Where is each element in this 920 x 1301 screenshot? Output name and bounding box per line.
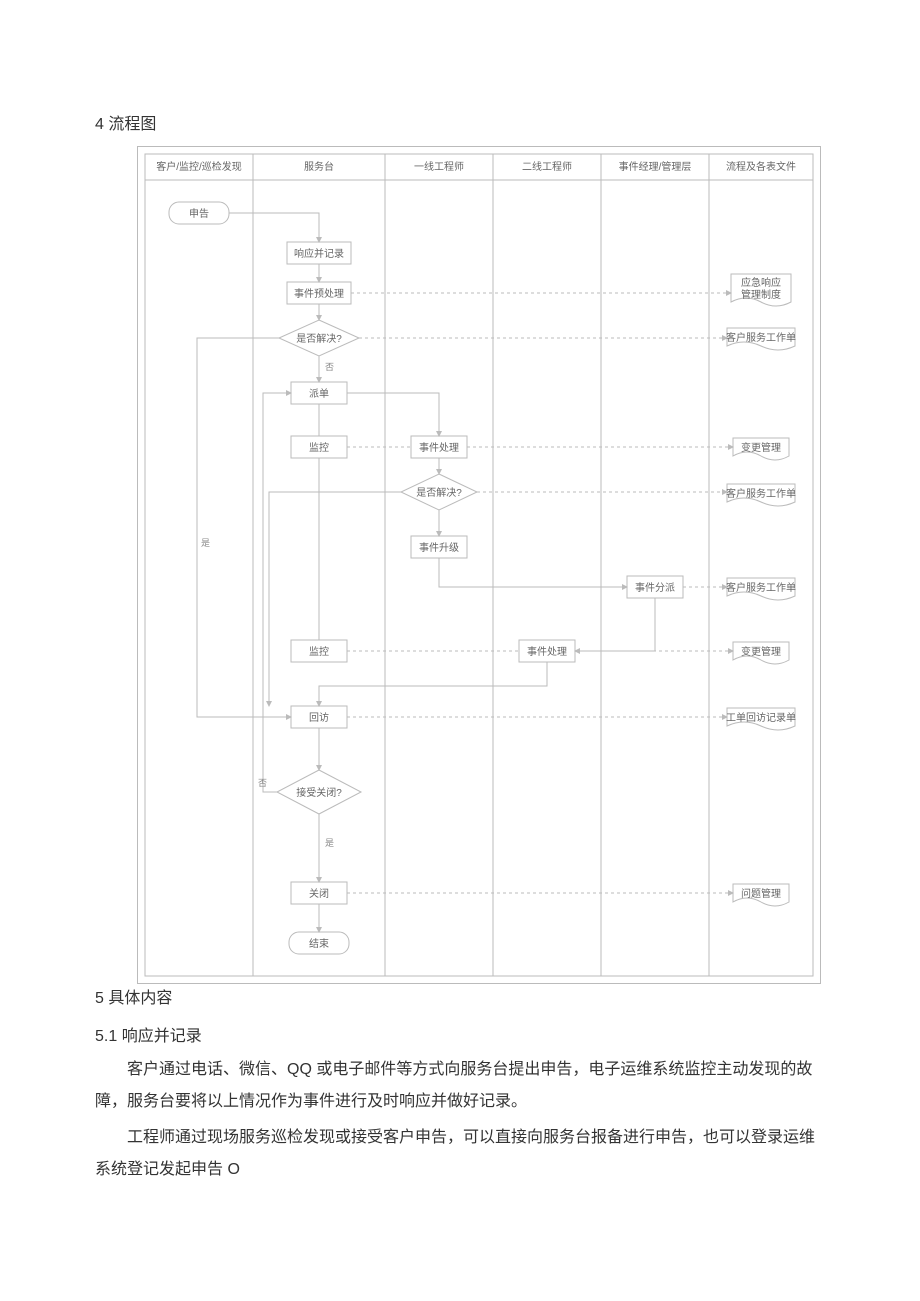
node-handle1: 事件处理 [411,436,467,458]
node-monitor2: 监控 [291,640,347,662]
doc-issue: 问题管理 [733,884,789,906]
svg-text:派单: 派单 [309,388,329,400]
svg-text:客户服务工作单: 客户服务工作单 [726,581,796,594]
svg-text:否: 否 [325,362,334,372]
doc-visit: 工单回访记录单 [726,708,796,730]
paragraph-1: 客户通过电话、微信、QQ 或电子邮件等方式向服务台提出申告，电子运维系统监控主动… [95,1054,825,1118]
node-end: 结束 [289,932,349,954]
svg-text:申告: 申告 [189,207,209,220]
heading-5: 5 具体内容 [95,984,825,1008]
svg-text:否: 否 [258,778,267,788]
svg-text:结束: 结束 [309,937,329,950]
doc-svc2: 客户服务工作单 [726,484,796,506]
doc-svc3: 客户服务工作单 [726,578,796,600]
doc-chg2: 变更管理 [733,642,789,664]
node-monitor1: 监控 [291,436,347,458]
lane-header-2: 一线工程师 [414,160,464,173]
doc-chg1: 变更管理 [733,438,789,460]
node-solved1: 是否解决? [279,320,359,356]
svg-text:管理制度: 管理制度 [741,288,781,301]
node-start: 申告 [169,202,229,224]
node-visit: 回访 [291,706,347,728]
svg-text:事件处理: 事件处理 [527,645,567,658]
doc-emerg: 应急响应 管理制度 [731,274,791,306]
lane-header-4: 事件经理/管理层 [619,160,692,173]
page: 4 流程图 客户/监控/巡检发现 服务台 一线工程师 二线工程师 事件 [0,0,920,1250]
edges: 否 是 [197,213,733,932]
svg-text:事件升级: 事件升级 [419,541,459,554]
svg-text:是否解决?: 是否解决? [416,486,462,499]
heading-4: 4 流程图 [95,110,825,134]
node-respond: 响应并记录 [287,242,351,264]
svg-text:变更管理: 变更管理 [741,441,781,454]
lane-header-3: 二线工程师 [522,160,572,173]
svg-text:问题管理: 问题管理 [741,887,781,900]
svg-text:客户服务工作单: 客户服务工作单 [726,487,796,500]
svg-text:应急响应: 应急响应 [741,276,781,289]
flowchart-svg: 客户/监控/巡检发现 服务台 一线工程师 二线工程师 事件经理/管理层 流程及各… [137,146,821,984]
node-dispatch: 派单 [291,382,347,404]
svg-text:事件处理: 事件处理 [419,441,459,454]
node-close: 关闭 [291,882,347,904]
node-solved2: 是否解决? [401,474,477,510]
node-handle2: 事件处理 [519,640,575,662]
svg-text:是否解决?: 是否解决? [296,332,342,345]
svg-text:工单回访记录单: 工单回访记录单 [726,712,796,724]
flowchart-container: 客户/监控/巡检发现 服务台 一线工程师 二线工程师 事件经理/管理层 流程及各… [137,146,825,984]
svg-text:响应并记录: 响应并记录 [294,247,344,260]
svg-text:回访: 回访 [309,712,329,724]
svg-text:是: 是 [201,538,210,548]
lane-header-1: 服务台 [304,160,334,173]
doc-svc1: 客户服务工作单 [726,328,796,350]
paragraph-2: 工程师通过现场服务巡检发现或接受客户申告，可以直接向服务台报备进行申告，也可以登… [95,1122,825,1186]
node-pre: 事件预处理 [287,282,351,304]
heading-5-1: 5.1 响应并记录 [95,1022,825,1046]
node-close-q: 接受关闭? [277,770,361,814]
lane-header-0: 客户/监控/巡检发现 [156,160,242,173]
svg-text:监控: 监控 [309,645,329,658]
svg-text:客户服务工作单: 客户服务工作单 [726,331,796,344]
svg-text:是: 是 [325,838,334,848]
lanes: 客户/监控/巡检发现 服务台 一线工程师 二线工程师 事件经理/管理层 流程及各… [145,154,813,976]
svg-text:关闭: 关闭 [309,887,329,900]
svg-text:变更管理: 变更管理 [741,645,781,658]
node-escalate: 事件升级 [411,536,467,558]
svg-text:监控: 监控 [309,441,329,454]
svg-text:事件分派: 事件分派 [635,581,675,594]
svg-text:事件预处理: 事件预处理 [294,287,344,300]
node-assign: 事件分派 [627,576,683,598]
svg-text:接受关闭?: 接受关闭? [296,786,342,799]
lane-header-5: 流程及各表文件 [726,160,796,173]
